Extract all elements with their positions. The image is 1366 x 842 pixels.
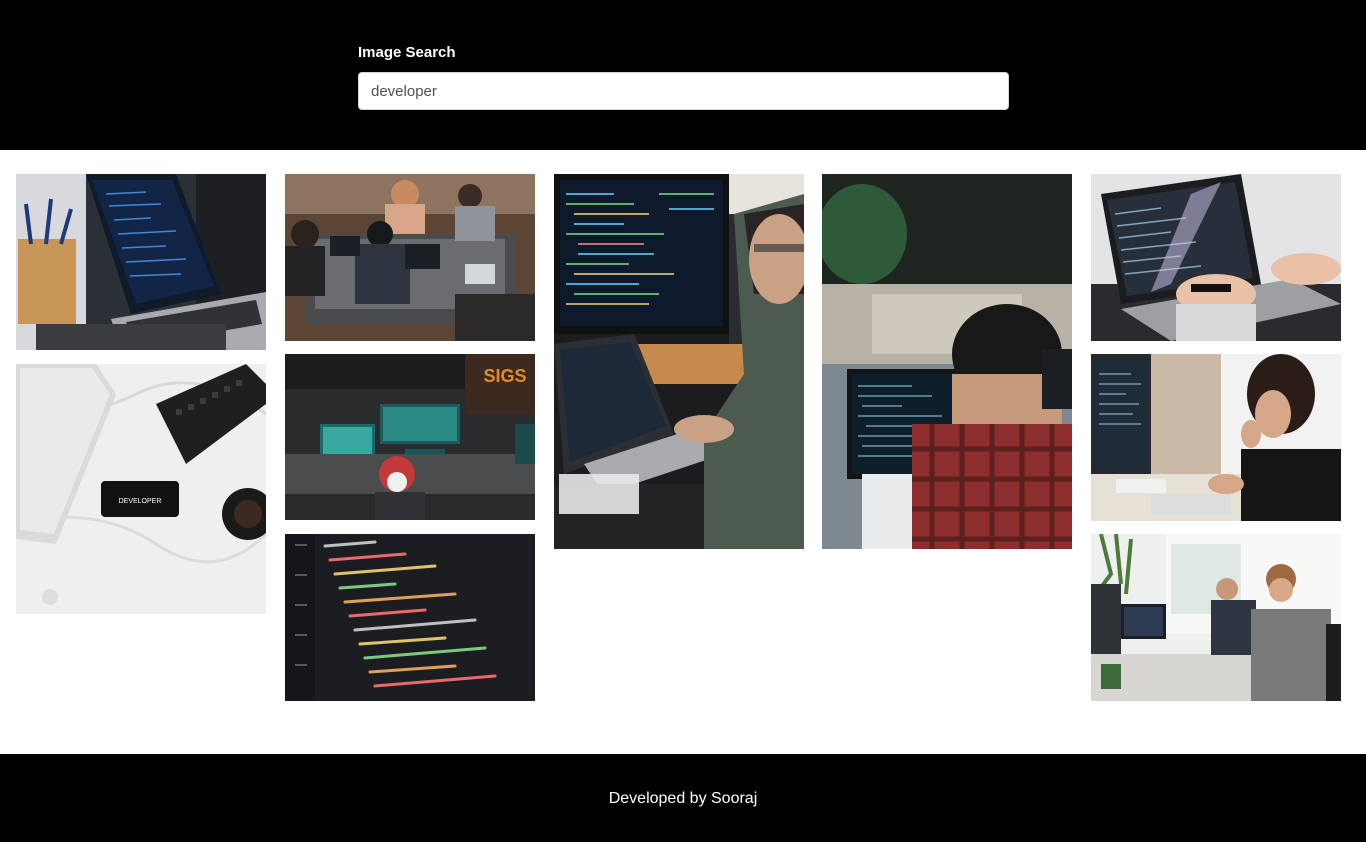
gallery-image-man-coding-monitor[interactable] — [554, 174, 804, 549]
gallery-image-hands-laptop[interactable] — [1091, 174, 1341, 341]
gallery-image-phone-developer[interactable]: DEVELOPER — [16, 364, 266, 614]
phone-screen-text: DEVELOPER — [119, 498, 162, 505]
gallery-image-two-men-desk[interactable] — [1091, 534, 1341, 701]
gallery-image-person-plaid[interactable] — [822, 174, 1072, 549]
gallery-image-code-closeup[interactable] — [285, 534, 535, 701]
search-label: Image Search — [358, 44, 456, 61]
gallery-image-laptop-code[interactable] — [16, 174, 266, 350]
gallery-image-woman-computer[interactable] — [1091, 354, 1341, 521]
search-form: Image Search — [358, 43, 1009, 110]
search-input[interactable] — [358, 72, 1009, 110]
footer-credit: Developed by Sooraj — [608, 790, 758, 807]
header: Image Search — [0, 0, 1366, 150]
footer: Developed by Sooraj — [0, 754, 1366, 842]
image-gallery: DEVELOPER SIGS — [0, 150, 1366, 754]
gallery-image-team-table[interactable] — [285, 174, 535, 341]
wall-sign-text: SIGS — [483, 366, 526, 386]
gallery-image-office-workstations[interactable]: SIGS — [285, 354, 535, 520]
